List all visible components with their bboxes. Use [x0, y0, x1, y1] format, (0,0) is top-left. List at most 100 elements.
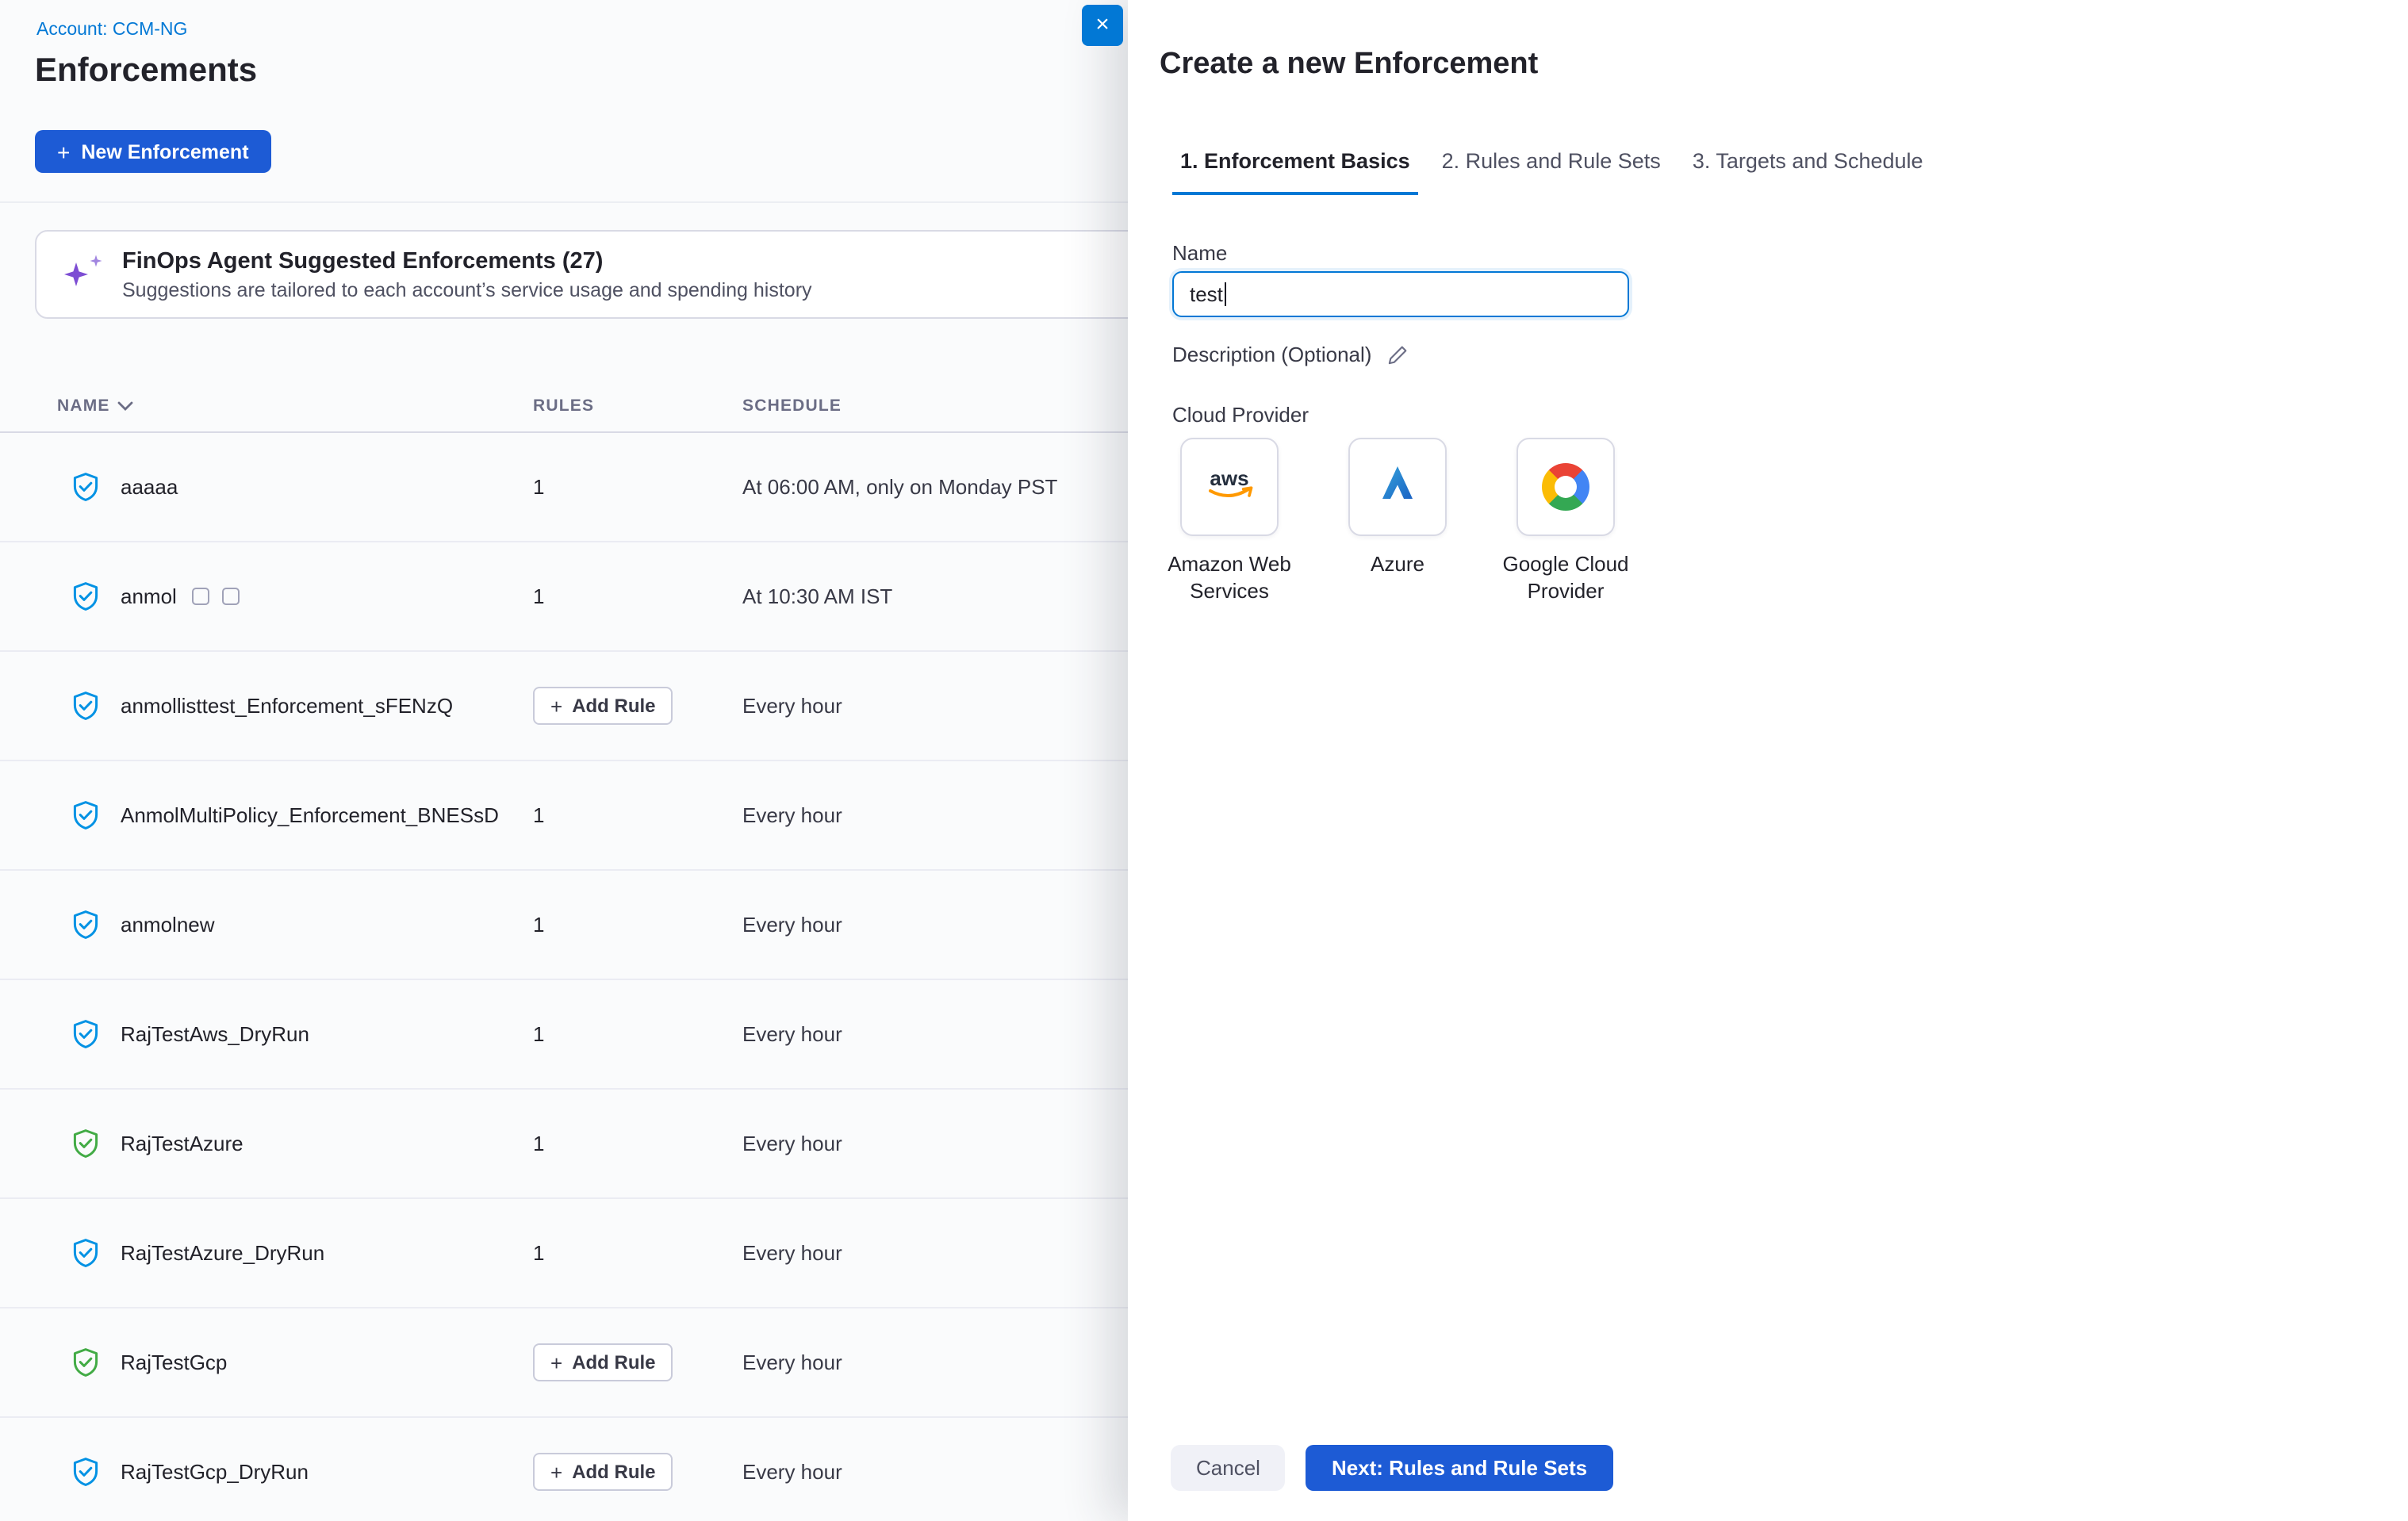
row-name[interactable]: RajTestGcp — [121, 1351, 227, 1374]
row-name-wrap: RajTestAzure_DryRun — [121, 1241, 324, 1265]
column-name-label: NAME — [57, 397, 110, 416]
azure-logo-icon — [1374, 459, 1421, 515]
row-name-wrap: aaaaa — [121, 475, 178, 499]
add-rule-button[interactable]: + Add Rule — [533, 687, 673, 725]
new-enforcement-button[interactable]: + New Enforcement — [35, 130, 271, 173]
next-button[interactable]: Next: Rules and Rule Sets — [1306, 1445, 1612, 1491]
add-rule-button[interactable]: + Add Rule — [533, 1343, 673, 1381]
row-name[interactable]: aaaaa — [121, 475, 178, 499]
row-schedule: Every hour — [742, 803, 842, 827]
add-rule-label: Add Rule — [572, 695, 655, 717]
cancel-button[interactable]: Cancel — [1171, 1445, 1286, 1491]
gcp-logo-icon — [1542, 463, 1589, 511]
provider-gcp: Google Cloud Provider — [1517, 438, 1615, 606]
add-rule-label: Add Rule — [572, 1351, 655, 1373]
add-rule-label: Add Rule — [572, 1461, 655, 1483]
description-row: Description (Optional) — [1172, 343, 1408, 366]
row-schedule: At 10:30 AM IST — [742, 584, 892, 608]
close-drawer-button[interactable]: × — [1082, 5, 1123, 46]
row-rules-count: 1 — [533, 1022, 544, 1046]
row-rules-count: 1 — [533, 584, 544, 608]
tab-rules-and-rule-sets[interactable]: 2. Rules and Rule Sets — [1434, 149, 1669, 195]
row-name[interactable]: RajTestAzure_DryRun — [121, 1241, 324, 1265]
azure-card[interactable] — [1348, 438, 1447, 536]
banner-title: FinOps Agent Suggested Enforcements (27) — [122, 248, 812, 274]
row-name[interactable]: RajTestAws_DryRun — [121, 1022, 309, 1046]
aws-logo-icon: aws — [1202, 464, 1256, 510]
row-name[interactable]: anmollisttest_Enforcement_sFENzQ — [121, 694, 453, 718]
enforcement-shield-icon — [70, 690, 102, 722]
plus-icon: + — [550, 1460, 562, 1484]
row-schedule: Every hour — [742, 1460, 842, 1484]
provider-azure: Azure — [1348, 438, 1447, 606]
enforcement-shield-icon — [70, 1018, 102, 1050]
row-name[interactable]: anmol — [121, 584, 177, 608]
row-name[interactable]: RajTestGcp_DryRun — [121, 1460, 309, 1484]
aws-card[interactable]: aws — [1180, 438, 1279, 536]
description-label: Description (Optional) — [1172, 343, 1371, 366]
row-rules-count: 1 — [533, 1132, 544, 1155]
chevron-down-icon — [118, 401, 134, 411]
drawer-title: Create a new Enforcement — [1160, 48, 1538, 82]
row-rules-count: 1 — [533, 1241, 544, 1265]
row-name-wrap: AnmolMultiPolicy_Enforcement_BNESsD — [121, 803, 499, 827]
column-header-name[interactable]: NAME — [57, 397, 134, 416]
provider-gcp-label: Google Cloud Provider — [1470, 552, 1661, 606]
close-icon: × — [1095, 5, 1110, 46]
row-schedule: Every hour — [742, 694, 842, 718]
plus-icon: + — [550, 694, 562, 718]
enforcement-shield-icon — [70, 799, 102, 831]
tab-targets-and-schedule[interactable]: 3. Targets and Schedule — [1685, 149, 1931, 195]
svg-text:aws: aws — [1210, 465, 1248, 489]
column-header-schedule: SCHEDULE — [742, 397, 842, 416]
name-input[interactable]: test — [1172, 271, 1629, 317]
row-rules-count: 1 — [533, 475, 544, 499]
row-schedule: At 06:00 AM, only on Monday PST — [742, 475, 1057, 499]
name-label: Name — [1172, 241, 1227, 265]
row-badge-icons — [193, 588, 240, 605]
enforcement-shield-icon — [70, 909, 102, 941]
breadcrumb[interactable]: Account: CCM-NG — [36, 21, 187, 40]
plus-icon: + — [550, 1351, 562, 1374]
enforcement-shield-icon — [70, 580, 102, 612]
row-rules-count: 1 — [533, 803, 544, 827]
drawer-tabs: 1. Enforcement Basics 2. Rules and Rule … — [1172, 149, 1947, 195]
row-schedule: Every hour — [742, 1132, 842, 1155]
badge-icon — [223, 588, 240, 605]
row-name-wrap: RajTestGcp_DryRun — [121, 1460, 309, 1484]
create-enforcement-drawer: Create a new Enforcement 1. Enforcement … — [1128, 0, 2408, 1521]
gcp-card[interactable] — [1517, 438, 1615, 536]
enforcement-shield-icon — [70, 1347, 102, 1378]
row-name[interactable]: RajTestAzure — [121, 1132, 243, 1155]
name-input-value: test — [1190, 282, 1223, 306]
banner-subtitle: Suggestions are tailored to each account… — [122, 278, 812, 301]
badge-icon — [193, 588, 210, 605]
row-name-wrap: anmol — [121, 584, 240, 608]
new-enforcement-label: New Enforcement — [81, 140, 248, 163]
row-schedule: Every hour — [742, 1022, 842, 1046]
row-schedule: Every hour — [742, 1351, 842, 1374]
row-name[interactable]: anmolnew — [121, 913, 215, 937]
provider-azure-label: Azure — [1302, 552, 1493, 579]
column-header-rules: RULES — [533, 397, 594, 416]
finops-sparkle-icon — [62, 254, 103, 295]
row-name-wrap: anmollisttest_Enforcement_sFENzQ — [121, 694, 453, 718]
drawer-footer: Cancel Next: Rules and Rule Sets — [1171, 1445, 1612, 1491]
tab-enforcement-basics[interactable]: 1. Enforcement Basics — [1172, 149, 1418, 195]
cloud-provider-options: aws Amazon Web Services — [1180, 438, 1685, 606]
row-name-wrap: RajTestGcp — [121, 1351, 227, 1374]
app-screen: Account: CCM-NG Enforcements + New Enfor… — [0, 0, 2408, 1521]
row-name[interactable]: AnmolMultiPolicy_Enforcement_BNESsD — [121, 803, 499, 827]
row-name-wrap: anmolnew — [121, 913, 215, 937]
cloud-provider-label: Cloud Provider — [1172, 403, 1309, 427]
add-rule-button[interactable]: + Add Rule — [533, 1453, 673, 1491]
row-name-wrap: RajTestAws_DryRun — [121, 1022, 309, 1046]
banner-text: FinOps Agent Suggested Enforcements (27)… — [122, 248, 812, 301]
enforcement-shield-icon — [70, 1128, 102, 1159]
row-name-wrap: RajTestAzure — [121, 1132, 243, 1155]
edit-description-icon[interactable] — [1386, 343, 1408, 366]
text-caret — [1225, 282, 1226, 306]
provider-aws: aws Amazon Web Services — [1180, 438, 1279, 606]
enforcement-shield-icon — [70, 1237, 102, 1269]
page-title: Enforcements — [35, 52, 257, 90]
